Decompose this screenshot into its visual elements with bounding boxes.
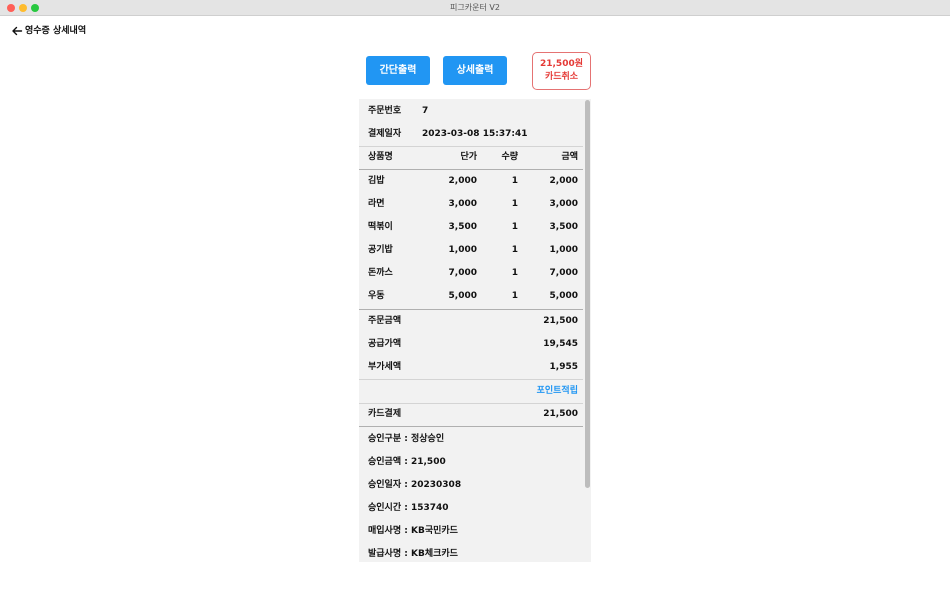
- item-price: 3,000: [448, 199, 477, 209]
- card-payment-value: 21,500: [543, 409, 578, 419]
- app-window: 피그카운터 V2 영수증 상세내역 간단출력 상세출력 21,500원 카드취소…: [0, 0, 950, 594]
- card-cancel-button[interactable]: 21,500원 카드취소: [532, 52, 591, 90]
- item-price: 2,000: [448, 176, 477, 186]
- item-amount: 5,000: [549, 291, 578, 301]
- page-title: 영수증 상세내역: [25, 26, 87, 36]
- card-payment-label: 카드결제: [368, 409, 402, 419]
- detail-print-button[interactable]: 상세출력: [443, 56, 507, 85]
- item-name: 김밥: [368, 176, 385, 186]
- table-header: 상품명 단가 수량 금액: [368, 146, 578, 169]
- table-row: 떡볶이 3,500 1 3,500: [368, 216, 578, 239]
- order-total-value: 21,500: [543, 316, 578, 326]
- simple-print-button[interactable]: 간단출력: [366, 56, 430, 85]
- paid-at-row: 결제일자 2023-03-08 15:37:41: [368, 123, 578, 146]
- approval-line: 승인일자 : 20230308: [368, 474, 578, 497]
- item-price: 3,500: [448, 222, 477, 232]
- window-title: 피그카운터 V2: [450, 3, 500, 12]
- item-qty: 1: [511, 268, 518, 278]
- item-price: 5,000: [448, 291, 477, 301]
- approval-line: 승인시간 : 153740: [368, 497, 578, 520]
- item-qty: 1: [511, 291, 518, 301]
- item-qty: 1: [511, 245, 518, 255]
- point-earn-link[interactable]: 포인트적립: [537, 380, 578, 403]
- item-amount: 3,500: [549, 222, 578, 232]
- acquirer-name: 매입사명 : KB국민카드: [368, 526, 458, 536]
- approval-type: 승인구분 : 정상승인: [368, 434, 445, 444]
- vat-label: 부가세액: [368, 362, 402, 372]
- item-price: 7,000: [448, 268, 477, 278]
- approval-amount: 승인금액 : 21,500: [368, 457, 446, 467]
- item-amount: 7,000: [549, 268, 578, 278]
- item-qty: 1: [511, 222, 518, 232]
- item-name: 라면: [368, 199, 385, 209]
- card-payment-row: 카드결제 21,500: [368, 403, 578, 426]
- issuer-name: 발급사명 : KB체크카드: [368, 549, 458, 559]
- vat-value: 1,955: [549, 362, 578, 372]
- column-header-price: 단가: [460, 152, 477, 162]
- approval-date: 승인일자 : 20230308: [368, 480, 462, 490]
- approval-time: 승인시간 : 153740: [368, 503, 449, 513]
- table-row: 라면 3,000 1 3,000: [368, 193, 578, 216]
- item-name: 떡볶이: [368, 222, 393, 232]
- item-name: 우동: [368, 291, 385, 301]
- item-price: 1,000: [448, 245, 477, 255]
- order-total-label: 주문금액: [368, 316, 402, 326]
- item-qty: 1: [511, 199, 518, 209]
- title-bar: 피그카운터 V2: [0, 0, 950, 16]
- cancel-label: 카드취소: [544, 72, 579, 82]
- item-amount: 3,000: [549, 199, 578, 209]
- supply-row: 공급가액 19,545: [368, 333, 578, 356]
- vat-row: 부가세액 1,955: [368, 356, 578, 379]
- approval-line: 승인금액 : 21,500: [368, 451, 578, 474]
- receipt-scrollbar[interactable]: [585, 100, 590, 488]
- item-name: 돈까스: [368, 268, 393, 278]
- approval-line: 매입사명 : KB국민카드: [368, 520, 578, 543]
- item-qty: 1: [511, 176, 518, 186]
- table-row: 김밥 2,000 1 2,000: [368, 170, 578, 193]
- table-row: 공기밥 1,000 1 1,000: [368, 239, 578, 262]
- table-row: 우동 5,000 1 5,000: [368, 285, 578, 308]
- receipt-panel[interactable]: 주문번호 7 결제일자 2023-03-08 15:37:41 상품명 단가 수…: [359, 99, 591, 562]
- cancel-amount: 21,500원: [539, 59, 583, 69]
- paid-at-value: 2023-03-08 15:37:41: [422, 129, 528, 139]
- item-amount: 2,000: [549, 176, 578, 186]
- approval-line: 발급사명 : KB체크카드: [368, 543, 578, 562]
- column-header-name: 상품명: [368, 152, 393, 162]
- supply-value: 19,545: [543, 339, 578, 349]
- approval-line: 승인구분 : 정상승인: [368, 428, 578, 451]
- column-header-qty: 수량: [501, 152, 518, 162]
- order-number-row: 주문번호 7: [368, 100, 578, 123]
- item-name: 공기밥: [368, 245, 393, 255]
- item-amount: 1,000: [549, 245, 578, 255]
- arrow-left-icon: [12, 26, 23, 36]
- table-row: 돈까스 7,000 1 7,000: [368, 262, 578, 285]
- order-number-value: 7: [422, 106, 429, 116]
- order-total-row: 주문금액 21,500: [368, 310, 578, 333]
- back-button[interactable]: 영수증 상세내역: [11, 24, 86, 38]
- divider: [359, 426, 583, 427]
- supply-label: 공급가액: [368, 339, 402, 349]
- order-number-label: 주문번호: [368, 106, 402, 116]
- column-header-amount: 금액: [561, 152, 578, 162]
- point-row: 포인트적립: [368, 380, 578, 403]
- paid-at-label: 결제일자: [368, 129, 402, 139]
